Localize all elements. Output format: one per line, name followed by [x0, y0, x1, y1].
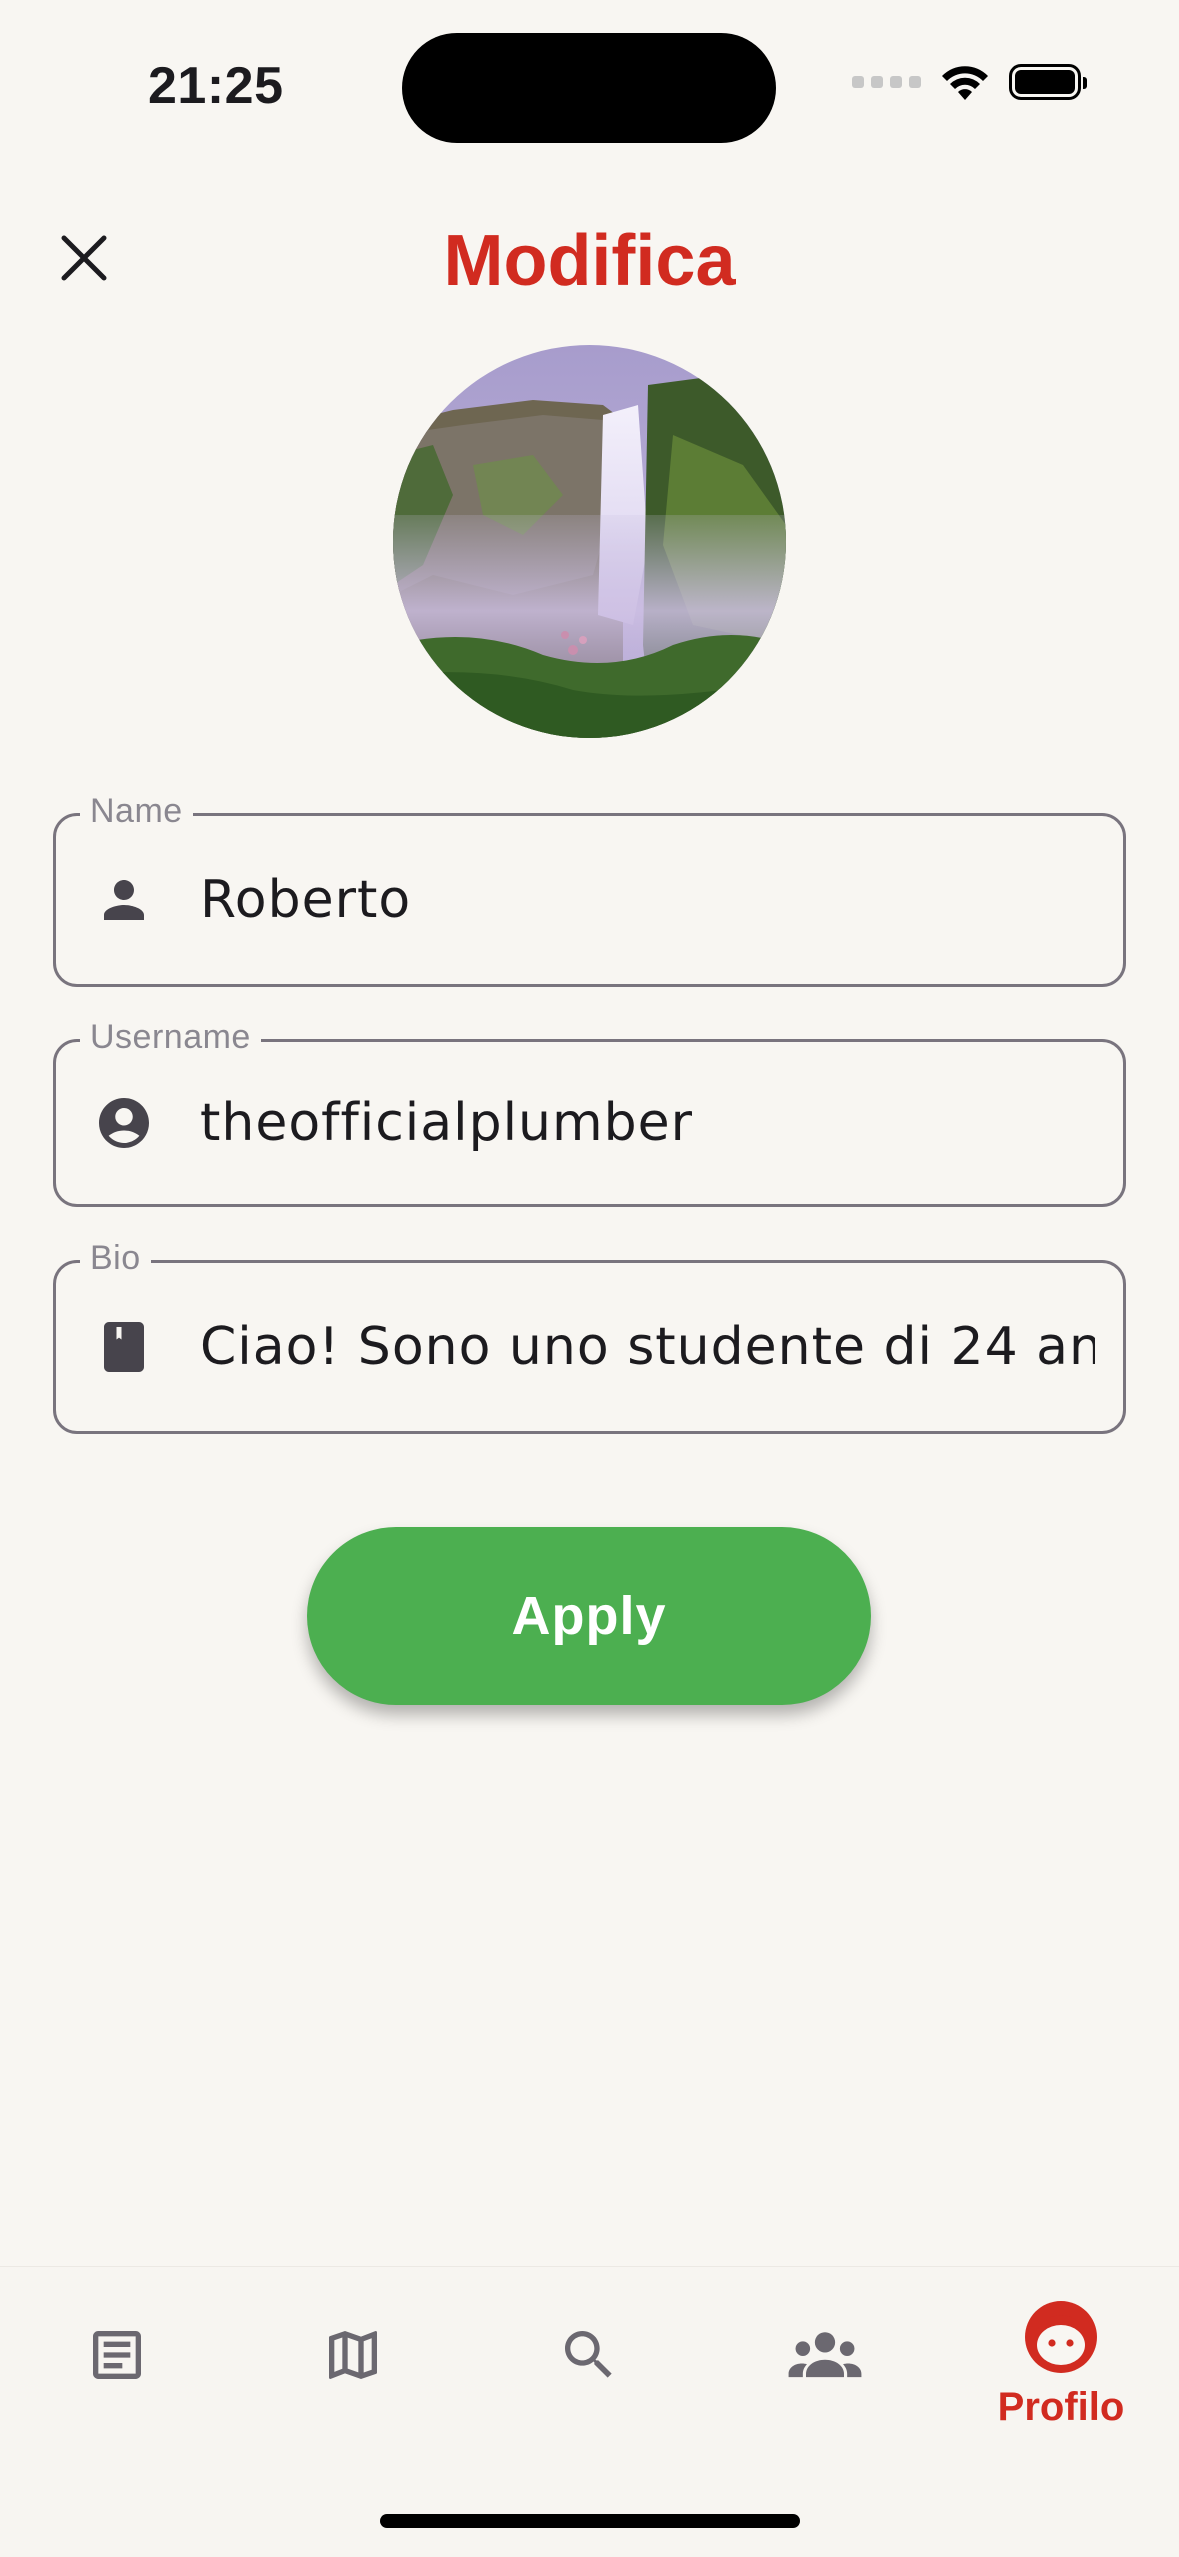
cellular-signal-icon: [852, 76, 921, 88]
dynamic-island: [402, 33, 776, 143]
profile-face-icon: [1025, 2301, 1097, 2373]
apply-button[interactable]: Apply: [307, 1527, 871, 1705]
waterfall-photo: [393, 345, 786, 738]
username-field[interactable]: Username theofficialplumber: [53, 1018, 1126, 1207]
nav-item-community[interactable]: [725, 2267, 925, 2437]
map-icon: [329, 2331, 377, 2379]
username-input[interactable]: theofficialplumber: [200, 1093, 1095, 1153]
name-field[interactable]: Name Roberto: [53, 792, 1126, 987]
status-indicators: [852, 62, 1087, 102]
article-icon: [93, 2331, 141, 2379]
bio-field[interactable]: Bio Ciao! Sono uno studente di 24 anni: [53, 1239, 1126, 1434]
nav-item-articles[interactable]: [17, 2267, 217, 2437]
search-icon: [565, 2331, 612, 2378]
account-circle-icon: [99, 1098, 149, 1148]
group-icon: [788, 2332, 862, 2378]
bio-input[interactable]: Ciao! Sono uno studente di 24 anni: [200, 1317, 1095, 1377]
status-time: 21:25: [148, 57, 284, 115]
nav-item-map[interactable]: [253, 2267, 453, 2437]
home-indicator[interactable]: [380, 2514, 800, 2528]
username-field-label: Username: [80, 1018, 261, 1057]
nav-item-profile[interactable]: Profilo: [961, 2267, 1161, 2437]
bio-field-label: Bio: [80, 1239, 151, 1278]
person-icon: [104, 880, 144, 920]
nav-item-profile-label: Profilo: [997, 2385, 1125, 2429]
battery-icon: [1009, 64, 1087, 100]
name-input[interactable]: Roberto: [200, 870, 1095, 930]
page-title: Modifica: [443, 221, 736, 301]
wifi-icon: [942, 66, 988, 100]
book-icon: [104, 1322, 144, 1372]
nav-item-search[interactable]: [489, 2267, 689, 2437]
profile-avatar[interactable]: [393, 345, 786, 738]
name-field-label: Name: [80, 792, 193, 831]
